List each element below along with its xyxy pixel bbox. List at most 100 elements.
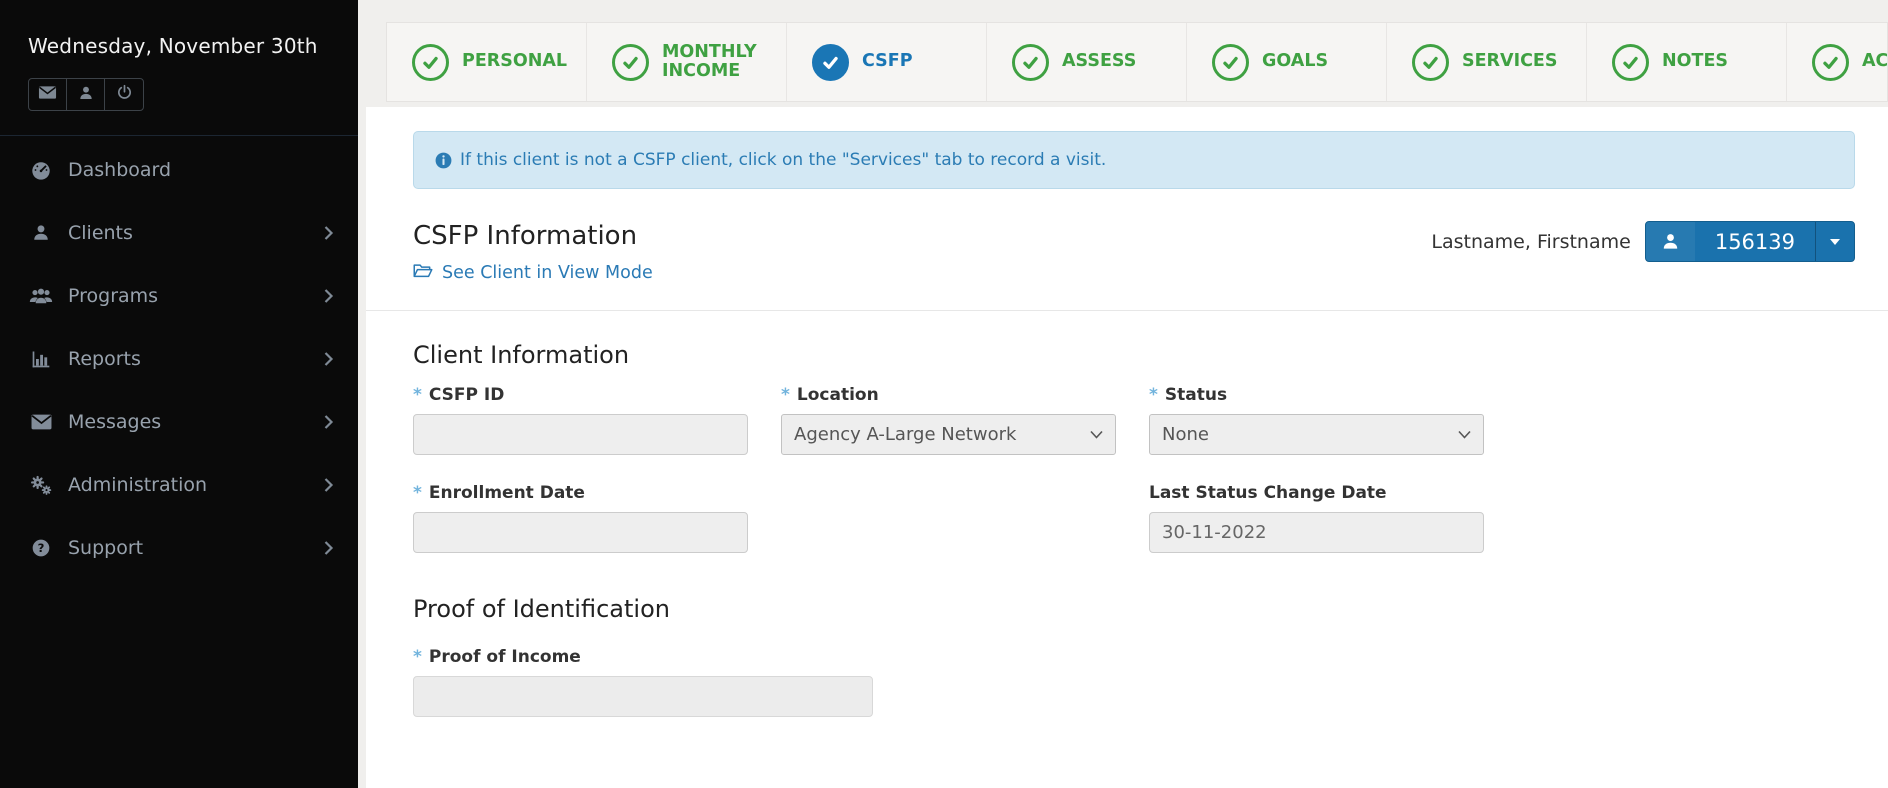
tab-label: MONTHLY INCOME <box>662 43 780 82</box>
sidebar-item-dashboard[interactable]: Dashboard <box>0 138 358 201</box>
tab-notes[interactable]: NOTES <box>1587 23 1787 101</box>
client-information-form: *CSFP ID *Location Agency A-Large Networ… <box>413 385 1855 553</box>
required-asterisk: * <box>413 647 422 667</box>
info-alert-text: If this client is not a CSFP client, cli… <box>460 150 1106 170</box>
check-circle-icon <box>1012 44 1049 81</box>
info-circle-icon <box>434 151 453 170</box>
main-content: PERSONAL MONTHLY INCOME CSFP ASSESS GOAL… <box>358 0 1888 788</box>
form-spacer <box>781 483 1116 553</box>
bar-chart-icon <box>28 349 54 369</box>
view-mode-link-label: See Client in View Mode <box>442 263 653 283</box>
tab-personal[interactable]: PERSONAL <box>387 23 587 101</box>
sidebar-item-administration[interactable]: Administration <box>0 453 358 516</box>
sidebar-item-label: Dashboard <box>68 159 171 181</box>
view-mode-link[interactable]: See Client in View Mode <box>413 262 653 284</box>
last-status-change-label: Last Status Change Date <box>1149 483 1484 503</box>
required-asterisk: * <box>1149 385 1158 405</box>
sidebar-item-label: Programs <box>68 285 158 307</box>
sidebar-item-label: Administration <box>68 474 207 496</box>
csfp-id-input[interactable] <box>413 414 748 455</box>
sidebar-item-label: Messages <box>68 411 161 433</box>
required-asterisk: * <box>413 483 422 503</box>
chevron-right-icon <box>323 351 334 367</box>
check-circle-icon <box>412 44 449 81</box>
sidebar-item-reports[interactable]: Reports <box>0 327 358 390</box>
envelope-icon <box>38 85 57 104</box>
csfp-id-field: *CSFP ID <box>413 385 748 455</box>
check-circle-icon <box>1612 44 1649 81</box>
sidebar-item-label: Clients <box>68 222 133 244</box>
sidebar-item-clients[interactable]: Clients <box>0 201 358 264</box>
tab-goals[interactable]: GOALS <box>1187 23 1387 101</box>
section-divider <box>366 310 1888 311</box>
location-label: *Location <box>781 385 1116 405</box>
last-status-change-input[interactable] <box>1149 512 1484 553</box>
check-circle-icon <box>1812 44 1849 81</box>
page-title: CSFP Information <box>413 221 653 251</box>
logout-button[interactable] <box>105 79 143 110</box>
check-circle-icon <box>612 44 649 81</box>
check-circle-icon <box>812 44 849 81</box>
profile-button[interactable] <box>67 79 105 110</box>
location-select[interactable]: Agency A-Large Network <box>781 414 1116 455</box>
users-group-icon <box>28 286 54 306</box>
sidebar-item-messages[interactable]: Messages <box>0 390 358 453</box>
client-dropdown-toggle[interactable] <box>1815 222 1854 261</box>
tab-csfp[interactable]: CSFP <box>787 23 987 101</box>
client-name: Lastname, Firstname <box>1431 231 1630 253</box>
sidebar-item-programs[interactable]: Programs <box>0 264 358 327</box>
page-header: CSFP Information See Client in View Mode… <box>413 221 1855 284</box>
gears-icon <box>28 474 54 496</box>
sidebar-item-support[interactable]: ? Support <box>0 516 358 579</box>
proof-of-income-field: *Proof of Income <box>413 647 1855 717</box>
client-box: Lastname, Firstname 156139 <box>1431 221 1855 262</box>
tab-activity-clipped[interactable]: ACTI <box>1787 23 1888 101</box>
check-circle-icon <box>1412 44 1449 81</box>
chevron-right-icon <box>323 414 334 430</box>
status-select-value: None <box>1162 424 1209 445</box>
envelope-icon <box>28 414 54 430</box>
tab-label: GOALS <box>1262 52 1328 71</box>
user-icon <box>1646 222 1695 261</box>
sidebar-item-label: Reports <box>68 348 141 370</box>
sidebar-item-label: Support <box>68 537 143 559</box>
proof-of-identification-title: Proof of Identification <box>413 595 1855 623</box>
tab-monthly-income[interactable]: MONTHLY INCOME <box>587 23 787 101</box>
tab-label: CSFP <box>862 52 913 71</box>
sidebar-menu: Dashboard Clients Programs Reports <box>0 136 358 579</box>
dashboard-gauge-icon <box>28 159 54 181</box>
enrollment-date-input[interactable] <box>413 512 748 553</box>
page-header-left: CSFP Information See Client in View Mode <box>413 221 653 284</box>
status-label: *Status <box>1149 385 1484 405</box>
messages-button[interactable] <box>29 79 67 110</box>
proof-of-income-input[interactable] <box>413 676 873 717</box>
proof-of-income-label: *Proof of Income <box>413 647 1855 667</box>
check-circle-icon <box>1212 44 1249 81</box>
tab-label: SERVICES <box>1462 52 1558 71</box>
chevron-right-icon <box>323 288 334 304</box>
client-tabs: PERSONAL MONTHLY INCOME CSFP ASSESS GOAL… <box>386 22 1888 102</box>
tab-services[interactable]: SERVICES <box>1387 23 1587 101</box>
enrollment-date-field: *Enrollment Date <box>413 483 748 553</box>
csfp-id-label: *CSFP ID <box>413 385 748 405</box>
required-asterisk: * <box>413 385 422 405</box>
client-id-value: 156139 <box>1695 222 1815 261</box>
status-field: *Status None <box>1149 385 1484 455</box>
sidebar: Wednesday, November 30th Dashboard <box>0 0 358 788</box>
tab-label: PERSONAL <box>462 52 567 71</box>
power-icon <box>116 84 133 105</box>
location-select-value: Agency A-Large Network <box>794 424 1016 445</box>
tab-assess[interactable]: ASSESS <box>987 23 1187 101</box>
tab-label: NOTES <box>1662 52 1728 71</box>
info-alert: If this client is not a CSFP client, cli… <box>413 131 1855 189</box>
status-select[interactable]: None <box>1149 414 1484 455</box>
quick-actions-group <box>28 78 144 111</box>
last-status-change-field: Last Status Change Date <box>1149 483 1484 553</box>
required-asterisk: * <box>781 385 790 405</box>
user-icon <box>78 85 94 105</box>
chevron-right-icon <box>323 477 334 493</box>
location-field: *Location Agency A-Large Network <box>781 385 1116 455</box>
csfp-panel: If this client is not a CSFP client, cli… <box>366 107 1888 788</box>
question-circle-icon: ? <box>28 538 54 558</box>
client-id-button[interactable]: 156139 <box>1645 221 1855 262</box>
